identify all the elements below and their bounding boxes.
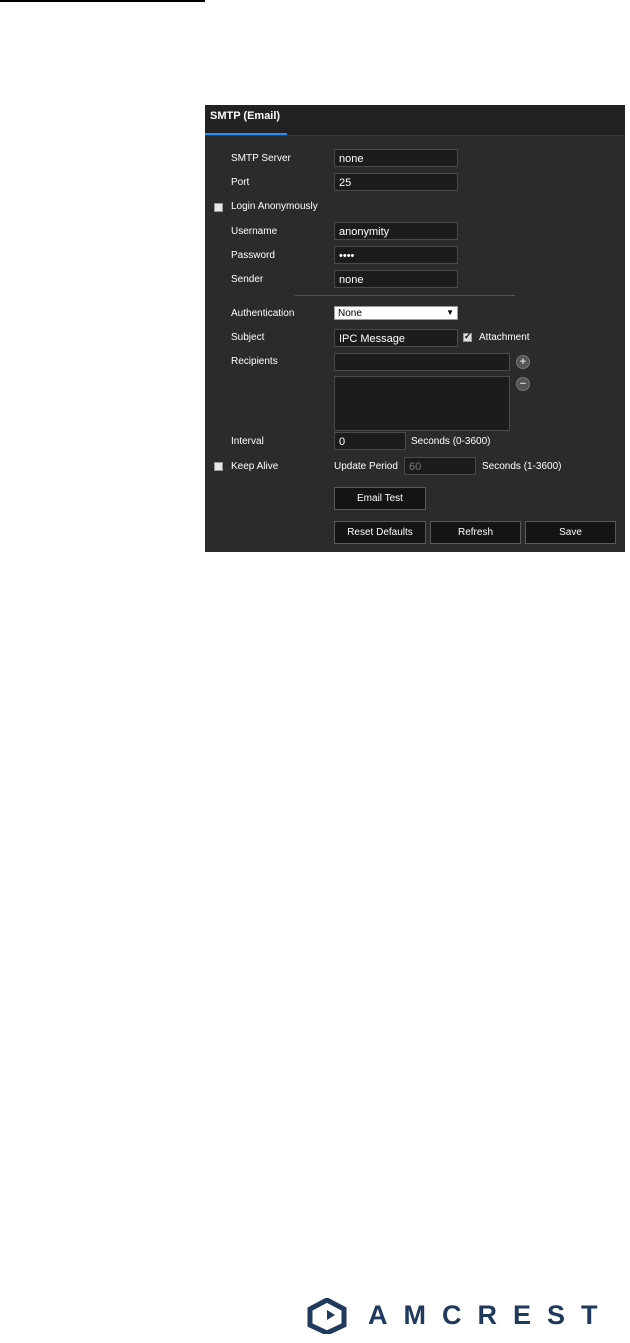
- password-label: Password: [231, 250, 275, 261]
- attachment-checkbox[interactable]: [463, 331, 472, 342]
- email-test-button[interactable]: Email Test: [334, 487, 426, 510]
- subject-label: Subject: [231, 332, 265, 343]
- subject-input[interactable]: IPC Message: [334, 329, 458, 347]
- port-label: Port: [231, 177, 250, 188]
- interval-label: Interval: [231, 436, 264, 447]
- smtp-server-input[interactable]: none: [334, 149, 458, 167]
- interval-input[interactable]: 0: [334, 432, 406, 450]
- smtp-server-label: SMTP Server: [231, 153, 291, 164]
- top-rule: [0, 0, 205, 2]
- interval-unit-label: Seconds (0-3600): [411, 436, 491, 447]
- keep-alive-label: Keep Alive: [231, 461, 279, 472]
- minus-icon: −: [519, 378, 527, 390]
- sender-label: Sender: [231, 274, 264, 285]
- amcrest-logo: AMCREST: [306, 1298, 618, 1334]
- password-input[interactable]: ••••: [334, 246, 458, 264]
- tab-bar: SMTP (Email): [205, 105, 625, 136]
- authentication-value: None: [338, 308, 362, 319]
- add-recipient-button[interactable]: +: [516, 355, 530, 369]
- recipient-input[interactable]: [334, 353, 510, 371]
- sender-input[interactable]: none: [334, 270, 458, 288]
- dropdown-arrow-icon: ▼: [446, 308, 454, 317]
- recipients-label: Recipients: [231, 356, 278, 367]
- username-input[interactable]: anonymity: [334, 222, 458, 240]
- save-button[interactable]: Save: [525, 521, 616, 544]
- smtp-settings-panel: SMTP (Email) SMTP Server none Port 25 Lo…: [205, 105, 625, 552]
- update-period-input[interactable]: 60: [404, 457, 476, 475]
- amcrest-logo-icon: [307, 1298, 347, 1334]
- authentication-select[interactable]: None ▼: [334, 306, 458, 320]
- active-tab-indicator: [205, 133, 287, 135]
- tab-smtp-email[interactable]: SMTP (Email): [210, 110, 280, 122]
- port-input[interactable]: 25: [334, 173, 458, 191]
- remove-recipient-button[interactable]: −: [516, 377, 530, 391]
- update-period-unit-label: Seconds (1-3600): [482, 461, 562, 472]
- reset-defaults-button[interactable]: Reset Defaults: [334, 521, 426, 544]
- update-period-label: Update Period: [334, 461, 398, 472]
- keep-alive-checkbox[interactable]: [214, 462, 223, 471]
- plus-icon: +: [519, 356, 527, 368]
- login-anonymously-checkbox[interactable]: [214, 203, 223, 212]
- login-anonymously-label: Login Anonymously: [231, 201, 318, 212]
- amcrest-logo-text: AMCREST: [368, 1300, 614, 1330]
- authentication-label: Authentication: [231, 308, 295, 319]
- recipients-list[interactable]: [334, 376, 510, 431]
- username-label: Username: [231, 226, 278, 237]
- section-divider: [295, 295, 515, 296]
- attachment-label: Attachment: [479, 332, 530, 343]
- refresh-button[interactable]: Refresh: [430, 521, 521, 544]
